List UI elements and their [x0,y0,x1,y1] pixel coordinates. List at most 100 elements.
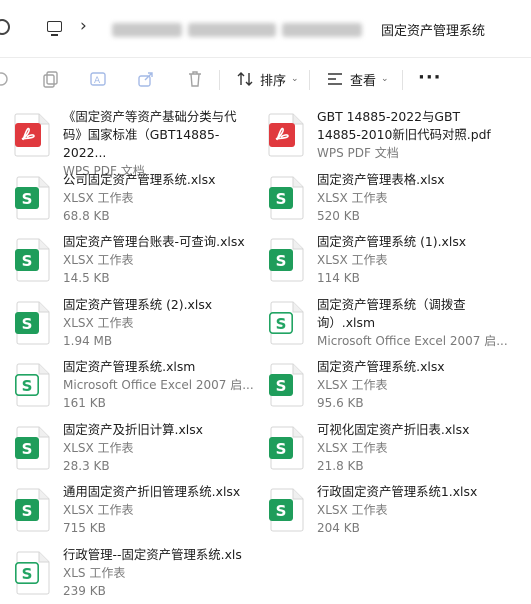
file-type: XLSX 工作表 [317,253,388,267]
file-name: 固定资产及折旧计算.xlsx [63,422,204,437]
refresh-icon[interactable] [0,19,10,35]
file-size: 68.8 KB [63,209,110,223]
address-bar: › 固定资产管理系统 [0,0,531,58]
svg-text:S: S [22,315,33,333]
file-name: 固定资产管理台账表-可查询.xlsx [63,234,245,249]
file-name: 可视化固定资产折旧表.xlsx [317,422,470,437]
svg-text:S: S [22,565,33,583]
spreadsheet-file-icon: S [14,488,50,532]
svg-text:A: A [94,76,101,86]
pdf-file-icon [14,113,50,157]
command-bar: A 排序 ⌄ 查看 ⌄ ··· [0,58,531,101]
toolbar-divider [402,70,403,90]
svg-text:S: S [276,440,287,458]
file-size: 14.5 KB [63,271,110,285]
file-size: 1.94 MB [63,334,113,348]
file-item[interactable]: S 公司固定资产管理系统.xlsx XLSX 工作表 68.8 KB [0,171,250,229]
file-item[interactable]: S 可视化固定资产折旧表.xlsx XLSX 工作表 21.8 KB [254,421,504,479]
file-type: WPS PDF 文档 [317,146,399,160]
more-options-button[interactable]: ··· [418,67,442,88]
file-item[interactable]: S 固定资产管理台账表-可查询.xlsx XLSX 工作表 14.5 KB [0,233,250,291]
spreadsheet-file-icon: S [268,363,304,407]
spreadsheet-file-icon: S [14,301,50,345]
blurred-breadcrumb [112,23,182,37]
sort-label: 排序 [260,73,287,89]
spreadsheet-file-icon: S [14,176,50,220]
file-item[interactable]: S 固定资产及折旧计算.xlsx XLSX 工作表 28.3 KB [0,421,250,479]
delete-icon[interactable] [186,70,204,88]
sort-button[interactable]: 排序 ⌄ [236,68,299,90]
file-size: 520 KB [317,209,360,223]
blurred-breadcrumb [282,23,362,37]
file-type: XLSX 工作表 [317,378,388,392]
cut-icon[interactable] [0,70,10,88]
file-item[interactable]: S 固定资产管理系统.xlsm Microsoft Office Excel 200… [0,358,254,416]
spreadsheet-file-icon: S [14,238,50,282]
spreadsheet-file-icon: S [268,176,304,220]
svg-text:S: S [276,377,287,395]
svg-text:S: S [22,377,33,395]
file-item[interactable]: GBT 14885-2022与GBT 14885-2010新旧代码对照.pdf W… [254,108,504,166]
file-size: 239 KB [63,584,106,598]
file-name: 固定资产管理系统 (1).xlsx [317,234,467,249]
spreadsheet-file-icon: S [268,488,304,532]
file-item[interactable]: S 固定资产管理表格.xlsx XLSX 工作表 520 KB [254,171,504,229]
file-size: 21.8 KB [317,459,364,473]
file-item[interactable]: S 通用固定资产折旧管理系统.xlsx XLSX 工作表 715 KB [0,483,250,541]
chevron-down-icon: ⌄ [291,74,299,84]
file-type: XLSX 工作表 [63,441,134,455]
pdf-file-icon [268,113,304,157]
file-type: XLSX 工作表 [317,441,388,455]
file-size: 114 KB [317,271,360,285]
svg-text:S: S [22,252,33,270]
file-type: XLSX 工作表 [317,191,388,205]
file-name: 固定资产管理系统 (2).xlsx [63,297,213,312]
breadcrumb-current[interactable]: 固定资产管理系统 [381,20,485,39]
share-icon[interactable] [137,70,155,88]
chevron-right-icon[interactable]: › [80,16,87,36]
file-type: XLSX 工作表 [63,316,134,330]
file-size: 28.3 KB [63,459,110,473]
file-size: 715 KB [63,521,106,535]
toolbar-divider [309,70,310,90]
copy-icon[interactable] [41,70,59,88]
spreadsheet-outline-file-icon: S [14,551,50,595]
file-size: 204 KB [317,521,360,535]
svg-text:S: S [22,190,33,208]
chevron-down-icon: ⌄ [381,74,389,84]
spreadsheet-file-icon: S [268,238,304,282]
spreadsheet-outline-file-icon: S [14,363,50,407]
file-item[interactable]: S 固定资产管理系统.xlsx XLSX 工作表 95.6 KB [254,358,504,416]
file-item[interactable]: S 行政固定资产管理系统1.xlsx XLSX 工作表 204 KB [254,483,504,541]
svg-text:S: S [276,502,287,520]
spreadsheet-file-icon: S [268,426,304,470]
file-type: Microsoft Office Excel 2007 启... [317,334,508,348]
spreadsheet-file-icon: S [14,426,50,470]
file-type: XLS 工作表 [63,566,126,580]
file-type: XLSX 工作表 [63,503,134,517]
file-type: XLSX 工作表 [63,191,134,205]
view-label: 查看 [350,73,377,89]
file-item[interactable]: S 固定资产管理系统（调拨查询）.xlsm Microsoft Office Exc… [254,296,508,354]
sort-icon [236,70,254,88]
file-type: XLSX 工作表 [317,503,388,517]
view-button[interactable]: 查看 ⌄ [326,68,389,90]
spreadsheet-outline-file-icon: S [268,301,304,345]
svg-text:S: S [276,315,287,333]
monitor-icon[interactable] [47,21,62,36]
file-item[interactable]: S 行政管理--固定资产管理系统.xls XLS 工作表 239 KB [0,546,250,604]
svg-text:S: S [276,252,287,270]
file-type: XLSX 工作表 [63,253,134,267]
rename-icon[interactable]: A [89,70,107,88]
file-item[interactable]: S 固定资产管理系统 (1).xlsx XLSX 工作表 114 KB [254,233,504,291]
file-item[interactable]: S 固定资产管理系统 (2).xlsx XLSX 工作表 1.94 MB [0,296,250,354]
file-size: 95.6 KB [317,396,364,410]
blurred-breadcrumb [188,23,276,37]
file-name: 行政固定资产管理系统1.xlsx [317,484,478,499]
file-item[interactable]: 《固定资产等资产基础分类与代码》国家标准（GBT14885-2022... WPS… [0,108,250,178]
svg-text:S: S [22,502,33,520]
file-name: 通用固定资产折旧管理系统.xlsx [63,484,241,499]
file-name: 固定资产管理表格.xlsx [317,172,445,187]
toolbar-divider [219,70,220,90]
file-size: 161 KB [63,396,106,410]
